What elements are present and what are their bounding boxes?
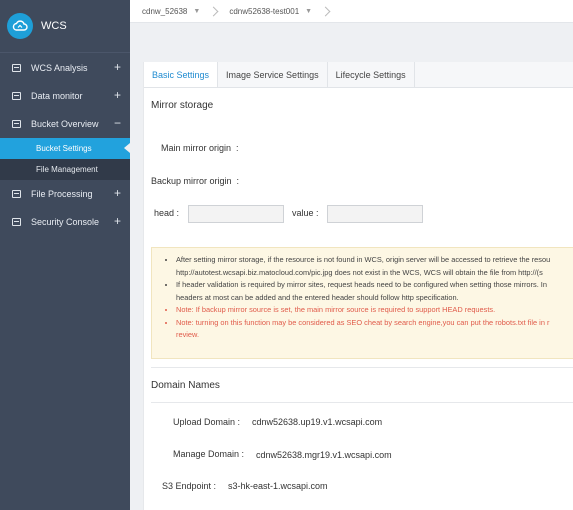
manage-domain-label: Manage Domain : [173, 449, 245, 459]
notice-line: If header validation is required by mirr… [176, 279, 573, 292]
breadcrumb-bucket: cdnw_52638 [142, 6, 188, 16]
sidebar-item-bucket-settings[interactable]: Bucket Settings [0, 138, 130, 159]
sidebar-item-label: Data monitor [31, 91, 83, 101]
expand-icon[interactable]: + [114, 61, 121, 73]
sidebar-item-wcs-analysis[interactable]: WCS Analysis + [0, 54, 130, 82]
value-input[interactable] [327, 205, 423, 223]
chevron-down-icon: ▼ [193, 7, 201, 15]
bucket-selector[interactable]: cdnw_52638 ▼ [130, 6, 219, 16]
panel-icon [12, 190, 21, 198]
notice-line: http://autotest.wcsapi.biz.matocloud.com… [176, 267, 543, 277]
s3-endpoint-value: s3-hk-east-1.wcsapi.com [228, 481, 328, 491]
notice-line: Note: If backup mirror source is set, th… [176, 304, 573, 317]
sidebar-item-data-monitor[interactable]: Data monitor + [0, 82, 130, 110]
breadcrumb-bucket-name: cdnw52638-test001 [229, 6, 300, 16]
sidebar-item-label: Security Console [31, 217, 100, 227]
chevron-right-icon [320, 6, 331, 16]
sidebar-item-bucket-overview[interactable]: Bucket Overview − [0, 110, 130, 138]
notice-line: review. [176, 330, 200, 339]
expand-icon[interactable]: + [114, 89, 121, 101]
panel-icon [12, 64, 21, 72]
sidebar-item-security-console[interactable]: Security Console + [0, 208, 130, 236]
logo[interactable]: WCS [0, 0, 130, 53]
upload-domain-value: cdnw52638.up19.v1.wcsapi.com [252, 417, 383, 427]
tab-image-service-settings[interactable]: Image Service Settings [218, 62, 328, 87]
notice-line: After setting mirror storage, if the res… [176, 254, 573, 267]
panel-icon [12, 92, 21, 100]
manage-domain-value: cdnw52638.mgr19.v1.wcsapi.com [256, 450, 392, 460]
collapse-icon[interactable]: − [114, 117, 121, 129]
divider [151, 402, 573, 403]
expand-icon[interactable]: + [114, 187, 121, 199]
app-name: WCS [41, 20, 67, 32]
settings-panel: Basic Settings Image Service Settings Li… [143, 62, 573, 510]
tab-basic-settings[interactable]: Basic Settings [144, 62, 219, 87]
divider [151, 367, 573, 368]
main-mirror-origin-label: Main mirror origin : [161, 143, 239, 153]
panel-icon [12, 218, 21, 226]
value-label: value : [292, 208, 319, 218]
mirror-notice: After setting mirror storage, if the res… [151, 247, 573, 359]
upload-domain-label: Upload Domain : [173, 417, 241, 427]
notice-line: Note: turning on this function may be co… [176, 317, 573, 330]
chevron-down-icon: ▼ [305, 7, 313, 15]
s3-endpoint-label: S3 Endpoint : [162, 481, 217, 491]
head-input[interactable] [188, 205, 284, 223]
backup-mirror-origin-label: Backup mirror origin : [151, 176, 240, 186]
cloud-icon [7, 13, 33, 39]
notice-line: headers at most can be added and the ent… [176, 292, 459, 302]
sidebar: WCS WCS Analysis + Data monitor + Bucket… [0, 0, 130, 510]
tab-bar: Basic Settings Image Service Settings Li… [144, 62, 573, 88]
sidebar-item-file-processing[interactable]: File Processing + [0, 180, 130, 208]
panel-icon [12, 120, 21, 128]
tab-lifecycle-settings[interactable]: Lifecycle Settings [328, 62, 415, 87]
sidebar-item-label: WCS Analysis [31, 63, 88, 73]
sidebar-item-label: File Processing [31, 189, 93, 199]
domain-names-title: Domain Names [151, 380, 220, 391]
breadcrumb: cdnw_52638 ▼ cdnw52638-test001 ▼ [130, 0, 573, 23]
mirror-storage-title: Mirror storage [151, 100, 214, 111]
bucket-submenu: Bucket Settings File Management [0, 138, 130, 180]
expand-icon[interactable]: + [114, 215, 121, 227]
head-label: head : [154, 208, 180, 218]
sidebar-item-file-management[interactable]: File Management [0, 159, 130, 180]
sidebar-item-label: Bucket Overview [31, 119, 99, 129]
bucket-name-selector[interactable]: cdnw52638-test001 ▼ [217, 6, 331, 16]
